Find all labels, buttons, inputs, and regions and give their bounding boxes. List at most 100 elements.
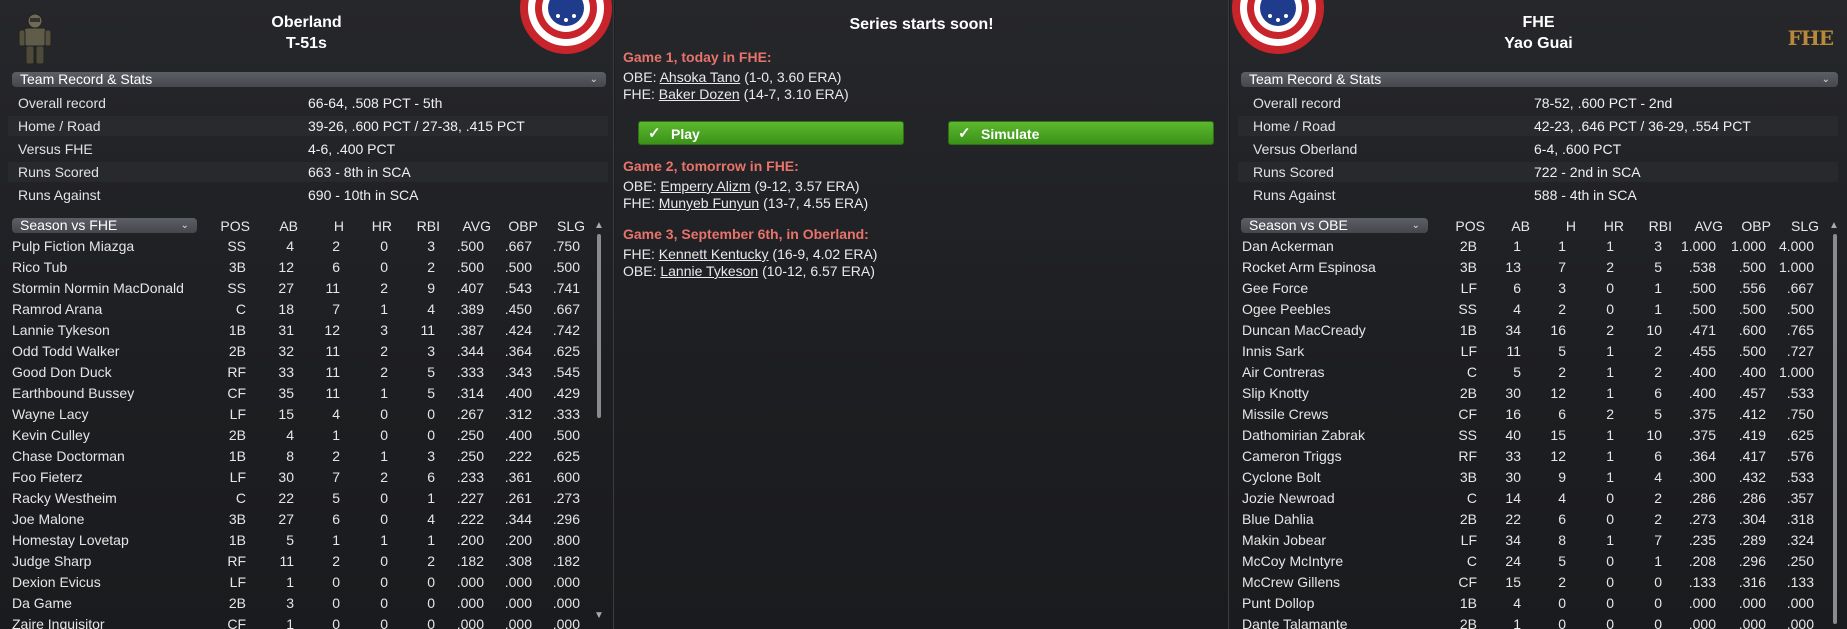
col-pos[interactable]: POS [220, 218, 250, 234]
player-name[interactable]: Ramrod Arana [12, 299, 102, 320]
table-row[interactable]: Zaire Inquisitor CF 1 0 0 0 .000 .000 .000 [0, 614, 590, 629]
player-name[interactable]: Lannie Tykeson [12, 320, 110, 341]
player-name[interactable]: Racky Westheim [12, 488, 117, 509]
player-name[interactable]: Rico Tub [12, 257, 67, 278]
pitcher-link[interactable]: Kennett Kentucky [659, 246, 769, 262]
player-name[interactable]: Punt Dollop [1242, 593, 1314, 614]
table-row[interactable]: Dathomirian Zabrak SS 40 15 1 10 .375 .419 .625 [1230, 425, 1826, 446]
table-row[interactable]: Ogee Peebles SS 4 2 0 1 .500 .500 .500 [1230, 299, 1826, 320]
table-row[interactable]: McCoy McIntyre C 24 5 0 1 .208 .296 .250 [1230, 551, 1826, 572]
table-row[interactable]: Jozie Newroad C 14 4 0 2 .286 .286 .357 [1230, 488, 1826, 509]
player-name[interactable]: Jozie Newroad [1242, 488, 1335, 509]
table-row[interactable]: Judge Sharp RF 11 2 0 2 .182 .308 .182 [0, 551, 590, 572]
player-name[interactable]: Kevin Culley [12, 425, 90, 446]
player-name[interactable]: Cyclone Bolt [1242, 467, 1321, 488]
player-name[interactable]: Missile Crews [1242, 404, 1328, 425]
table-row[interactable]: Odd Todd Walker 2B 32 11 2 3 .344 .364 .625 [0, 341, 590, 362]
player-name[interactable]: Air Contreras [1242, 362, 1324, 383]
table-row[interactable]: Da Game 2B 3 0 0 0 .000 .000 .000 [0, 593, 590, 614]
player-name[interactable]: Rocket Arm Espinosa [1242, 257, 1376, 278]
player-name[interactable]: Dan Ackerman [1242, 236, 1334, 257]
player-name[interactable]: Makin Jobear [1242, 530, 1326, 551]
table-row[interactable]: Good Don Duck RF 33 11 2 5 .333 .343 .545 [0, 362, 590, 383]
table-row[interactable]: Earthbound Bussey CF 35 11 1 5.314.400.429 [0, 383, 590, 404]
pitcher-link[interactable]: Ahsoka Tano [660, 69, 741, 85]
pitcher-link[interactable]: Lannie Tykeson [660, 263, 758, 279]
table-row[interactable]: Dexion Evicus LF 1 0 0 0 .000 .000 .000 [0, 572, 590, 593]
table-row[interactable]: Cameron Triggs RF 33 12 1 6 .364 .417 .576 [1230, 446, 1826, 467]
table-row[interactable]: Duncan MacCready 1B 34 16 2 10 .471 .600 .765 [1230, 320, 1826, 341]
table-row[interactable]: Blue Dahlia 2B 22 6 0 2 .273 .304 .318 [1230, 509, 1826, 530]
player-name[interactable]: Blue Dahlia [1242, 509, 1314, 530]
col-slg[interactable]: SLG [1791, 218, 1819, 234]
col-pos[interactable]: POS [1455, 218, 1485, 234]
table-row[interactable]: Dan Ackerman 2B 1 1 1 3 1.000 1.000 4.000 [1230, 236, 1826, 257]
simulate-button[interactable]: ✓ Simulate [948, 121, 1214, 145]
player-name[interactable]: McCoy McIntyre [1242, 551, 1343, 572]
table-row[interactable]: Dante Talamante 2B 1 0 0 0 .000 .000 .000 [1230, 614, 1826, 629]
player-name[interactable]: McCrew Gillens [1242, 572, 1340, 593]
table-row[interactable]: Punt Dollop 1B 4 0 0 0 .000 .000 .000 [1230, 593, 1826, 614]
pitcher-link[interactable]: Baker Dozen [659, 86, 740, 102]
player-name[interactable]: Gee Force [1242, 278, 1308, 299]
table-row[interactable]: Makin Jobear LF 34 8 1 7 .235 .289 .324 [1230, 530, 1826, 551]
table-row[interactable]: McCrew Gillens CF 15 2 0 0 .133 .316 .133 [1230, 572, 1826, 593]
table-row[interactable]: Pulp Fiction Miazga SS 4 2 0 3 .500 .667 .750 [0, 236, 590, 257]
player-name[interactable]: Ogee Peebles [1242, 299, 1331, 320]
col-ab[interactable]: AB [1511, 218, 1530, 234]
player-name[interactable]: Da Game [12, 593, 72, 614]
scroll-up-icon[interactable]: ▲ [1829, 220, 1839, 231]
table-row[interactable]: Innis Sark LF 11 5 1 2 .455 .500 .727 [1230, 341, 1826, 362]
table-row[interactable]: Homestay Lovetap 1B 5 1 1 1 .200 .200 .800 [0, 530, 590, 551]
scroll-down-icon[interactable]: ▼ [594, 610, 604, 621]
player-name[interactable]: Dante Talamante [1242, 614, 1348, 629]
player-name[interactable]: Dathomirian Zabrak [1242, 425, 1365, 446]
team-record-dropdown[interactable]: Team Record & Stats ⌄ [12, 72, 606, 87]
player-name[interactable]: Slip Knotty [1242, 383, 1309, 404]
player-name[interactable]: Stormin Normin MacDonald [12, 278, 184, 299]
col-avg[interactable]: AVG [462, 218, 491, 234]
scroll-up-icon[interactable]: ▲ [594, 220, 604, 231]
player-name[interactable]: Cameron Triggs [1242, 446, 1342, 467]
table-row[interactable]: Lannie Tykeson 1B 31 12 3 11 .387 .424 .742 [0, 320, 590, 341]
player-name[interactable]: Chase Doctorman [12, 446, 125, 467]
table-row[interactable]: Joe Malone 3B 27 6 0 4 .222 .344 .296 [0, 509, 590, 530]
player-name[interactable]: Good Don Duck [12, 362, 112, 383]
table-row[interactable]: Rocket Arm Espinosa 3B 13 7 2 5 .538 .500 1.000 [1230, 257, 1826, 278]
table-row[interactable]: Rico Tub 3B 12 6 0 2 .500 .500 .500 [0, 257, 590, 278]
roster-scrollbar[interactable] [597, 234, 601, 418]
table-row[interactable]: Gee Force LF 6 3 0 1 .500 .556 .667 [1230, 278, 1826, 299]
player-name[interactable]: Homestay Lovetap [12, 530, 129, 551]
player-name[interactable]: Duncan MacCready [1242, 320, 1366, 341]
col-obp[interactable]: OBP [508, 218, 538, 234]
col-rbi[interactable]: RBI [417, 218, 440, 234]
table-row[interactable]: Air Contreras C 5 2 1 2 .400 .400 1.000 [1230, 362, 1826, 383]
team-record-dropdown[interactable]: Team Record & Stats ⌄ [1241, 72, 1838, 87]
table-row[interactable]: Racky Westheim C 22 5 0 1 .227 .261 .273 [0, 488, 590, 509]
col-hr[interactable]: HR [372, 218, 392, 234]
col-hr[interactable]: HR [1604, 218, 1624, 234]
col-obp[interactable]: OBP [1741, 218, 1771, 234]
col-rbi[interactable]: RBI [1649, 218, 1672, 234]
roster-scrollbar[interactable] [1833, 234, 1837, 624]
table-row[interactable]: Kevin Culley 2B 4 1 0 0 .250 .400 .500 [0, 425, 590, 446]
player-name[interactable]: Joe Malone [12, 509, 84, 530]
table-row[interactable]: Foo Fieterz LF 30 7 2 6 .233 .361 .600 [0, 467, 590, 488]
player-name[interactable]: Wayne Lacy [12, 404, 89, 425]
player-name[interactable]: Innis Sark [1242, 341, 1304, 362]
table-row[interactable]: Chase Doctorman 1B 8 2 1 3 .250 .222 .625 [0, 446, 590, 467]
col-h[interactable]: H [334, 218, 344, 234]
table-row[interactable]: Wayne Lacy LF 15 4 0 0 .267 .312 .333 [0, 404, 590, 425]
col-slg[interactable]: SLG [557, 218, 585, 234]
player-name[interactable]: Pulp Fiction Miazga [12, 236, 134, 257]
player-name[interactable]: Judge Sharp [12, 551, 91, 572]
pitcher-link[interactable]: Munyeb Funyun [659, 195, 759, 211]
table-row[interactable]: Ramrod Arana C 18 7 1 4 .389 .450 .667 [0, 299, 590, 320]
player-name[interactable]: Earthbound Bussey [12, 383, 134, 404]
col-ab[interactable]: AB [279, 218, 298, 234]
table-row[interactable]: Stormin Normin MacDonald SS 27 11 2 9 .407 .543… [0, 278, 590, 299]
player-name[interactable]: Dexion Evicus [12, 572, 101, 593]
player-name[interactable]: Zaire Inquisitor [12, 614, 105, 629]
player-name[interactable]: Foo Fieterz [12, 467, 83, 488]
table-row[interactable]: Cyclone Bolt 3B 30 9 1 4 .300 .432 .533 [1230, 467, 1826, 488]
